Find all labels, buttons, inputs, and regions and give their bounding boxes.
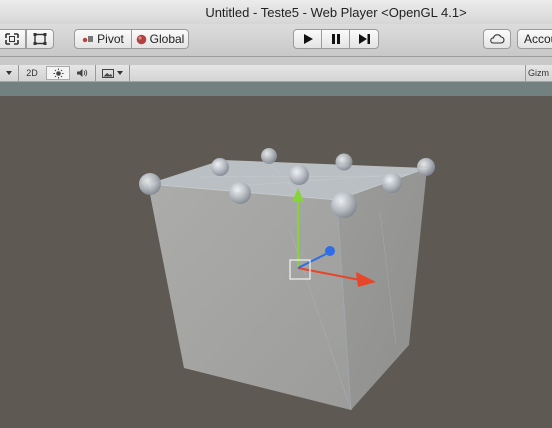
scene-view-toolbar: 2D Gizm [0, 65, 552, 82]
toolbar-separator [0, 57, 552, 65]
shading-mode-dropdown-arrow[interactable] [2, 66, 16, 80]
cloud-icon [490, 34, 505, 44]
sphere-gizmo[interactable] [261, 148, 277, 164]
window-titlebar: Untitled - Teste5 - Web Player <OpenGL 4… [0, 0, 552, 25]
divider [18, 65, 19, 81]
image-icon [101, 68, 114, 78]
divider [95, 65, 96, 81]
main-toolbar: Pivot Global Accou [0, 24, 552, 57]
2d-mode-label: 2D [26, 68, 38, 78]
step-button[interactable] [349, 29, 379, 49]
divider [129, 65, 130, 81]
scene-audio-toggle[interactable] [71, 66, 93, 80]
scene-viewport[interactable] [0, 82, 552, 428]
sphere-gizmo[interactable] [211, 158, 229, 176]
pivot-icon [82, 36, 94, 43]
pause-button[interactable] [321, 29, 350, 49]
play-button[interactable] [293, 29, 322, 49]
z-axis-arrow-icon[interactable] [325, 246, 335, 256]
cloud-button[interactable] [483, 29, 511, 49]
move-arrows-icon [5, 33, 19, 45]
account-label: Accou [524, 32, 552, 46]
pause-icon [331, 34, 340, 44]
play-icon [303, 34, 313, 44]
gizmos-dropdown[interactable]: Gizm [528, 66, 552, 80]
move-tool-button[interactable] [0, 29, 26, 49]
chevron-down-icon [6, 71, 12, 75]
pivot-label: Pivot [97, 32, 124, 46]
horizon-sky-strip [0, 82, 552, 96]
rect-tool-button[interactable] [26, 29, 54, 49]
sphere-gizmo[interactable] [335, 153, 353, 171]
sphere-gizmo[interactable] [382, 173, 402, 193]
scene-effects-dropdown[interactable] [98, 66, 126, 80]
divider [525, 65, 526, 81]
2d-mode-toggle[interactable]: 2D [21, 66, 43, 80]
account-dropdown[interactable]: Accou [517, 29, 552, 49]
global-label: Global [149, 32, 185, 46]
globe-icon [136, 34, 146, 44]
sphere-gizmo[interactable] [417, 158, 435, 176]
sun-icon [53, 68, 63, 78]
window-title: Untitled - Teste5 - Web Player <OpenGL 4… [205, 5, 467, 20]
sphere-gizmo[interactable] [139, 173, 161, 195]
sphere-gizmo[interactable] [229, 182, 251, 204]
chevron-down-icon [116, 71, 123, 75]
rect-tool-icon [33, 33, 47, 45]
speaker-icon [77, 69, 88, 77]
sphere-gizmo[interactable] [331, 192, 357, 218]
pivot-toggle-button[interactable]: Pivot [74, 29, 132, 49]
scene-canvas [0, 82, 552, 428]
step-icon [358, 34, 370, 44]
scene-lighting-toggle[interactable] [46, 66, 70, 80]
gizmos-label: Gizm [528, 68, 549, 78]
global-toggle-button[interactable]: Global [131, 29, 189, 49]
sphere-gizmo[interactable] [289, 165, 309, 185]
